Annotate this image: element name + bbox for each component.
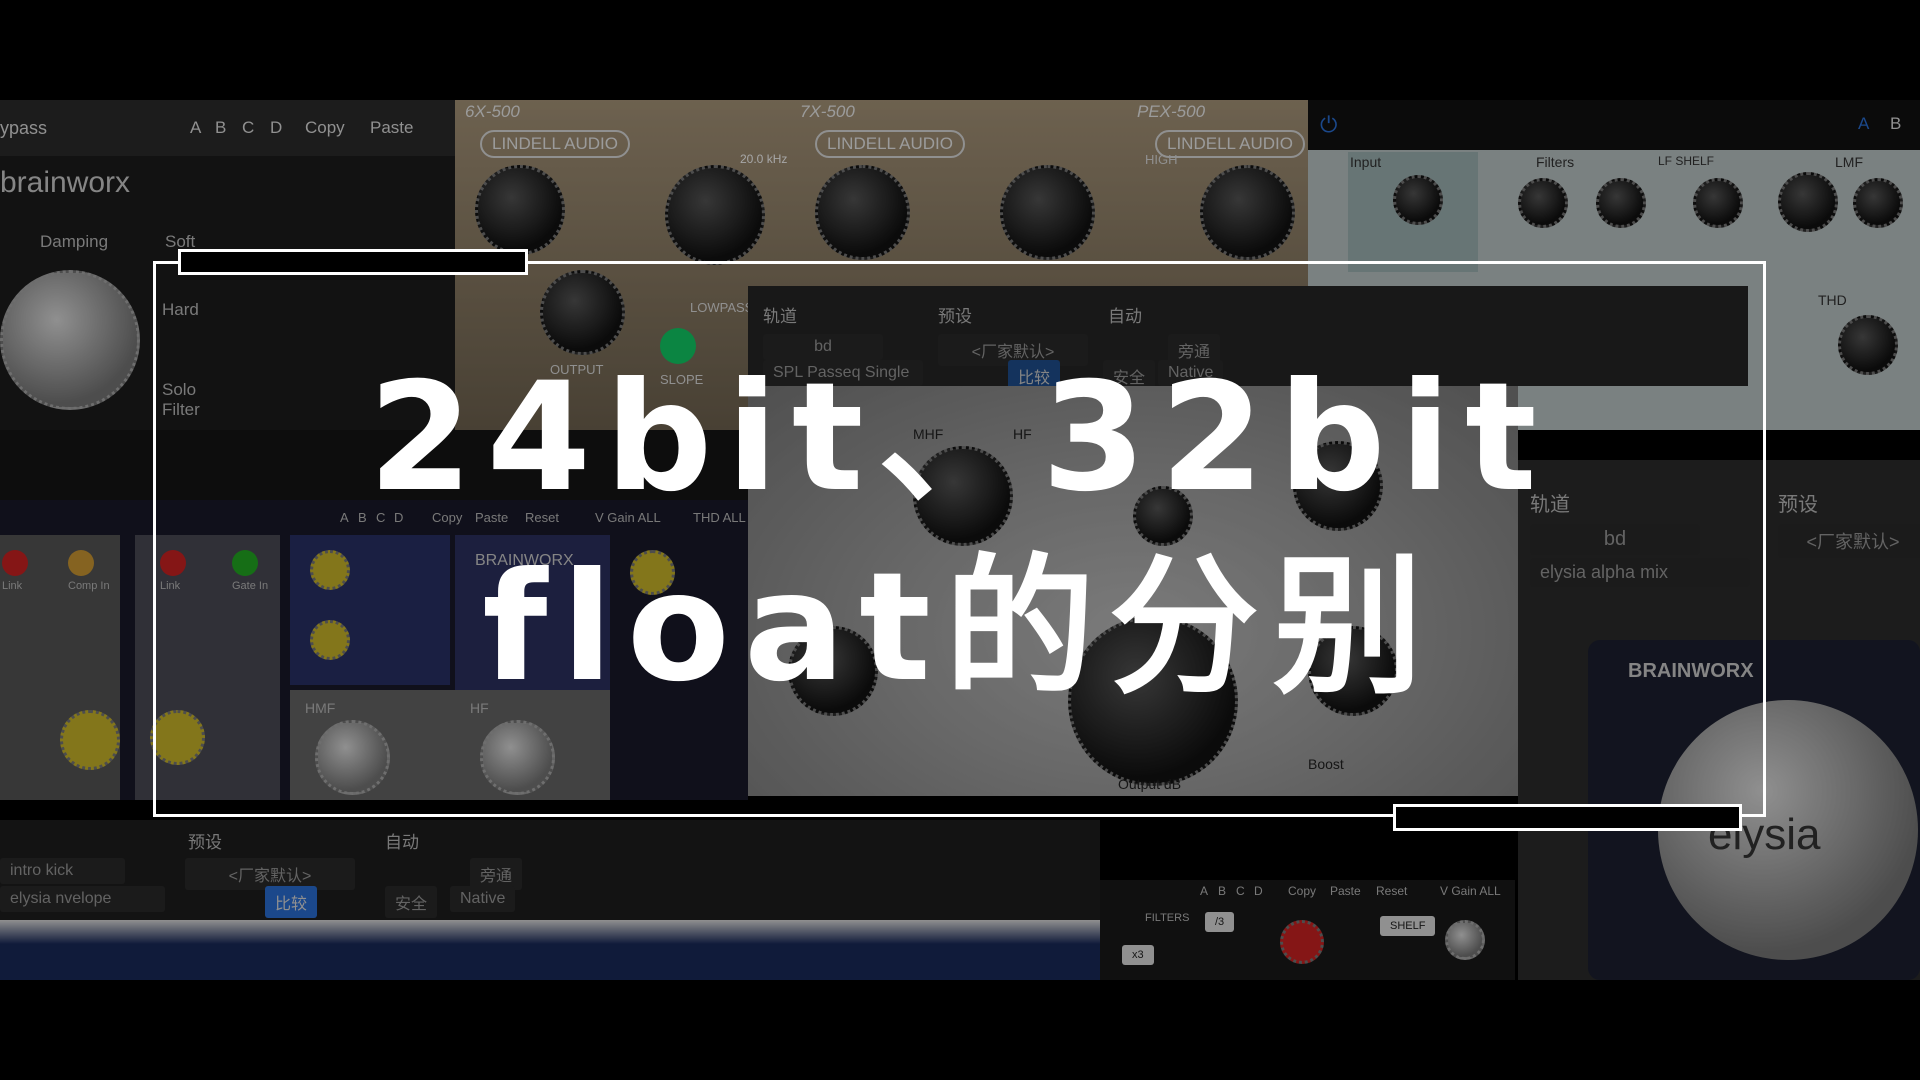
title-line-2: float的分别 xyxy=(482,541,1437,715)
bottom-letterbox xyxy=(0,980,1920,1080)
frame-tab-top-left xyxy=(178,249,528,275)
frame-tab-bottom-right xyxy=(1393,804,1742,831)
title-frame xyxy=(153,261,1766,817)
title-line-1: 24bit、32bit xyxy=(368,351,1551,525)
top-letterbox xyxy=(0,0,1920,100)
